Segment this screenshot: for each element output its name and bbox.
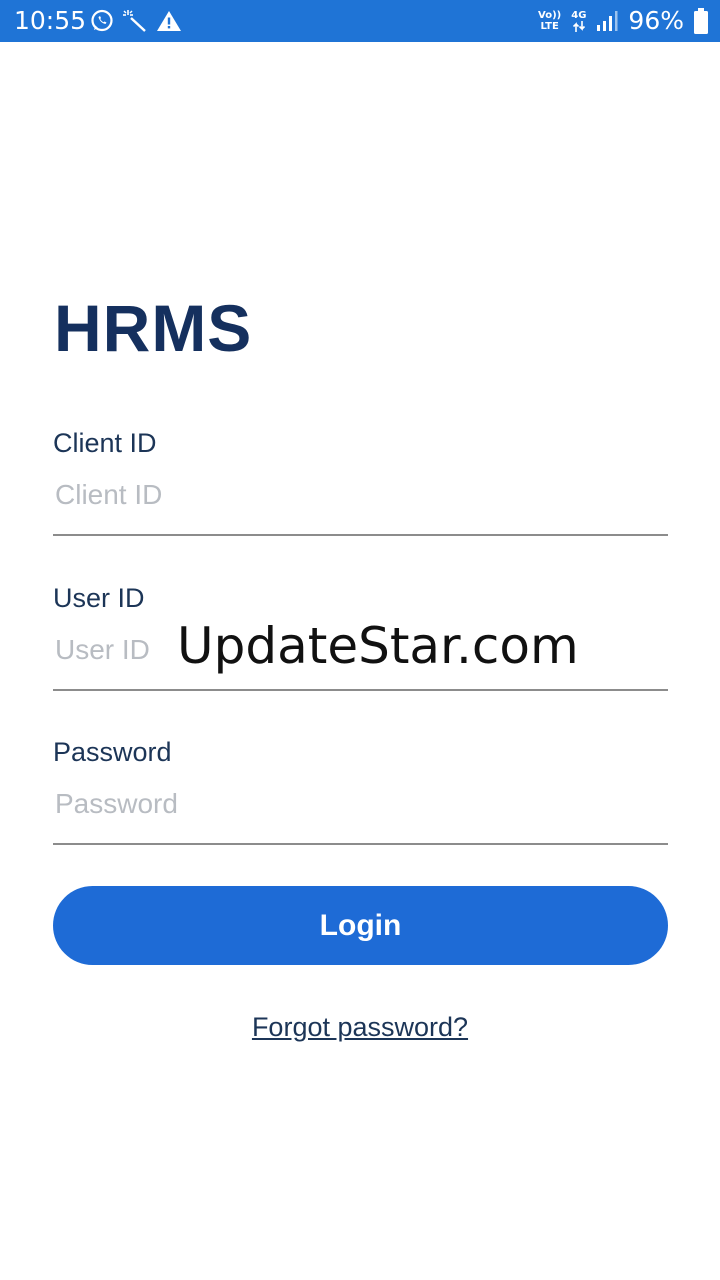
battery-percent: 96% [628,6,684,35]
watermark-text: UpdateStar.com [177,617,579,675]
volte-icon: Vo)) LTE [538,10,562,32]
client-id-input[interactable] [53,474,672,516]
status-time: 10:55 [14,6,87,35]
data-arrows-icon: 4G [571,10,586,32]
user-id-label: User ID [53,583,145,613]
forgot-password-link[interactable]: Forgot password? [0,1010,720,1044]
user-id-underline [53,689,668,691]
client-id-label: Client ID [53,428,157,458]
warning-icon [156,9,182,33]
password-input[interactable] [53,783,672,825]
system-icons: Vo)) LTE 4G 96% [538,6,708,36]
password-label: Password [53,737,172,767]
battery-icon [694,8,708,34]
status-bar: 10:55 Vo)) LTE 4G 96% [0,0,720,42]
app-title: HRMS [54,291,253,365]
client-id-field-group: Client ID [53,426,672,536]
magic-wand-icon [122,9,148,33]
login-screen: 10:55 Vo)) LTE 4G 96% HRMS Client ID Cli… [0,0,720,1280]
whatsapp-icon [90,9,114,33]
login-button[interactable]: Login [53,886,668,965]
client-id-underline [53,534,668,536]
password-field-group: Password [53,735,672,845]
notification-icons [90,8,182,34]
signal-icon [596,10,618,32]
password-underline [53,843,668,845]
